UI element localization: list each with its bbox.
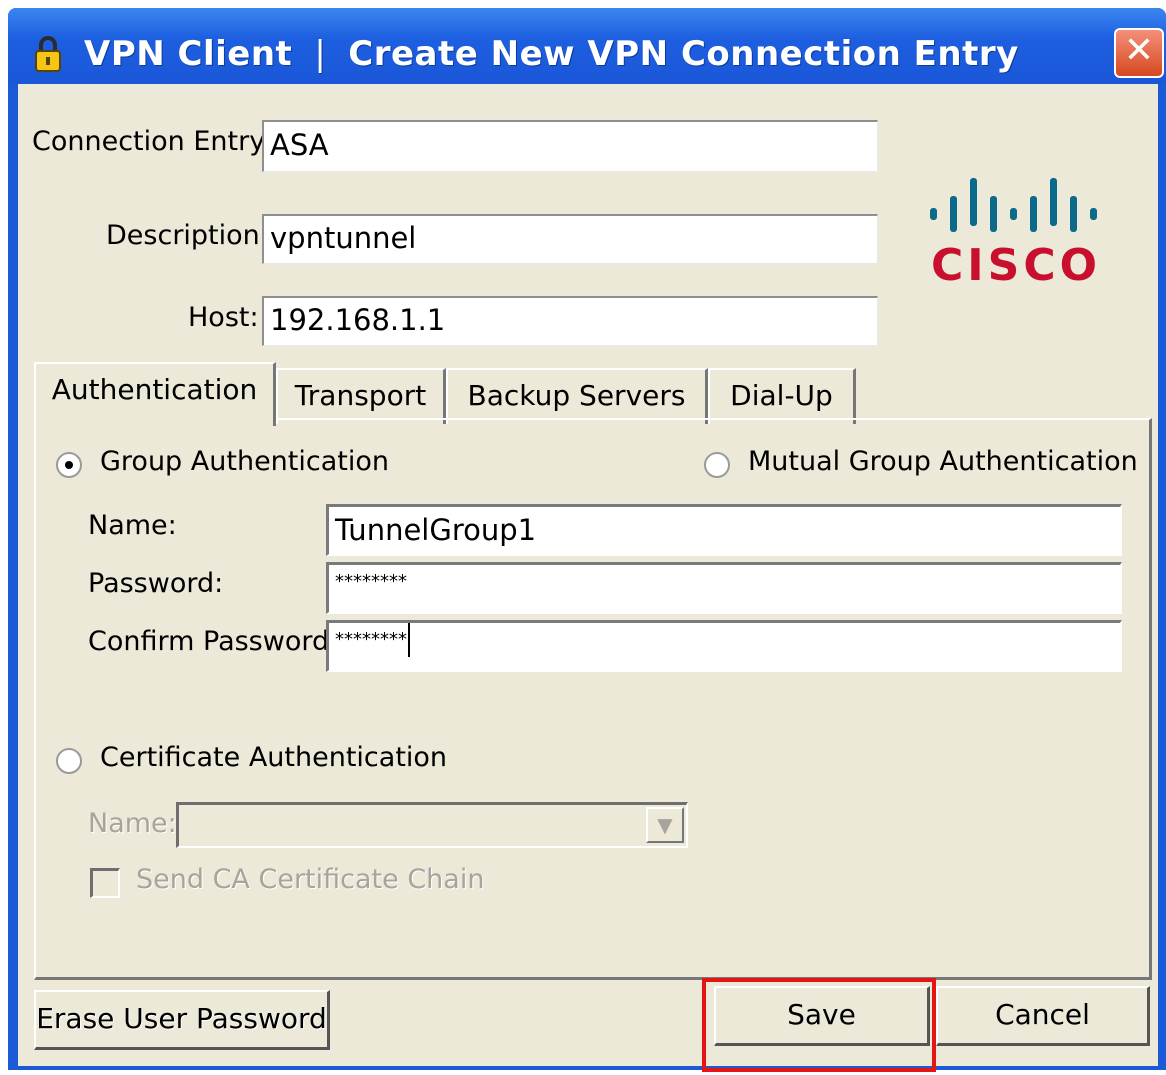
erase-password-button[interactable]: Erase User Password	[34, 990, 330, 1050]
mutual-auth-radio[interactable]	[704, 452, 730, 478]
password-input[interactable]: ********	[326, 562, 1122, 614]
title-bar[interactable]: VPN Client | Create New VPN Connection Ent…	[8, 8, 1166, 84]
dialog-subtitle: Create New VPN Connection Entry	[348, 34, 1019, 74]
send-ca-checkbox[interactable]	[90, 868, 120, 898]
authentication-panel	[34, 418, 1152, 980]
group-auth-radio[interactable]	[56, 452, 82, 478]
tab-authentication[interactable]: Authentication	[34, 362, 276, 426]
connection-entry-input[interactable]: ASA	[262, 120, 878, 172]
app-name: VPN Client	[84, 34, 293, 74]
chevron-down-icon[interactable]: ▼	[646, 807, 684, 843]
confirm-password-input[interactable]: ********	[326, 620, 1122, 672]
group-name-input[interactable]: TunnelGroup1	[326, 504, 1122, 556]
tab-transport[interactable]: Transport	[276, 368, 446, 424]
cert-name-label: Name:	[88, 808, 177, 839]
description-label: Description:	[106, 220, 269, 251]
tab-backup-servers[interactable]: Backup Servers	[446, 368, 708, 424]
close-icon: ✕	[1123, 30, 1155, 71]
host-label: Host:	[188, 302, 259, 333]
cancel-button[interactable]: Cancel	[936, 986, 1150, 1046]
description-input[interactable]: vpntunnel	[262, 214, 878, 264]
close-button[interactable]: ✕	[1114, 28, 1164, 78]
cisco-logo: CISCO	[930, 178, 1101, 286]
cisco-wordmark: CISCO	[931, 240, 1101, 286]
confirm-password-value: ********	[335, 629, 407, 650]
lock-icon	[35, 36, 61, 72]
window-title: VPN Client | Create New VPN Connection Ent…	[84, 34, 1019, 74]
cert-name-select[interactable]: ▼	[176, 802, 688, 848]
cert-auth-label: Certificate Authentication	[100, 742, 448, 773]
save-highlight-box	[702, 978, 936, 1072]
tab-dial-up[interactable]: Dial-Up	[708, 368, 856, 424]
text-caret	[408, 623, 410, 657]
mutual-auth-label: Mutual Group Authentication	[748, 446, 1138, 477]
cert-auth-radio[interactable]	[56, 748, 82, 774]
title-separator: |	[314, 34, 327, 74]
radio-selected-dot	[65, 461, 73, 469]
password-label: Password:	[88, 568, 224, 599]
host-input[interactable]: 192.168.1.1	[262, 296, 878, 346]
group-name-label: Name:	[88, 510, 177, 541]
send-ca-label: Send CA Certificate Chain	[136, 864, 485, 895]
confirm-password-label: Confirm Password:	[88, 626, 339, 657]
group-auth-label: Group Authentication	[100, 446, 389, 477]
connection-entry-label: Connection Entry:	[32, 126, 273, 157]
